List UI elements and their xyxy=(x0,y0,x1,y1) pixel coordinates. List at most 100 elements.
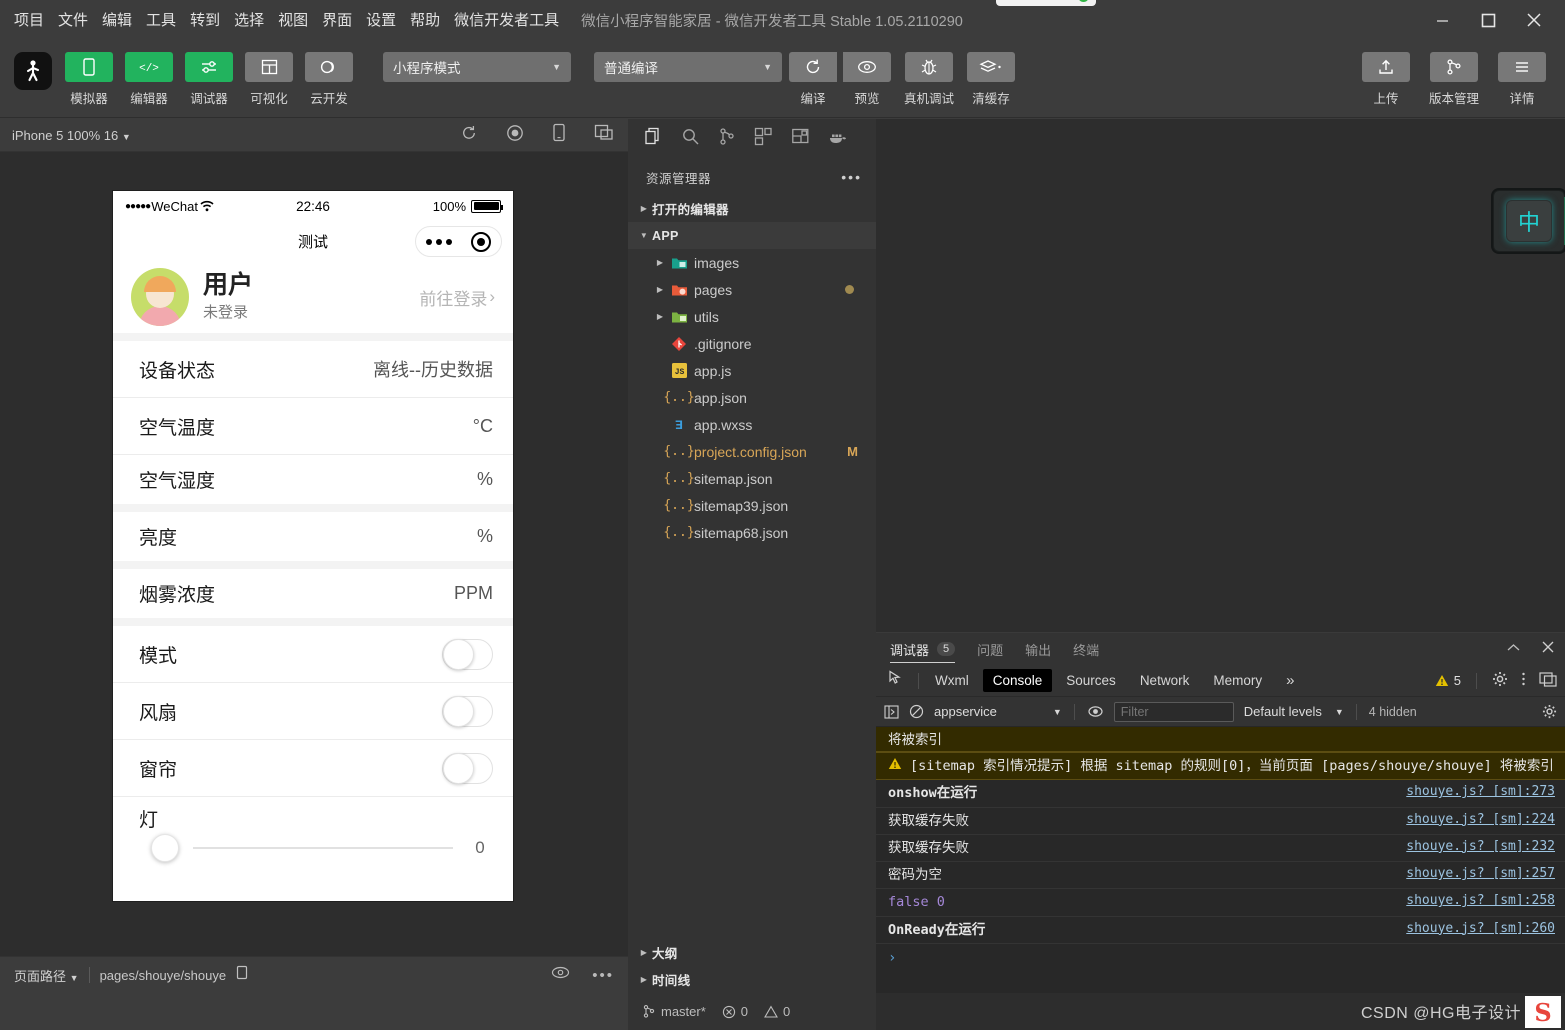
tab-output[interactable]: 输出 xyxy=(1025,633,1051,665)
menu-item-interface[interactable]: 界面 xyxy=(322,13,352,28)
devtools-tab-wxml[interactable]: Wxml xyxy=(925,669,979,692)
toolbar-button-clearcache[interactable]: 清缓存 xyxy=(964,52,1018,107)
tab-problems[interactable]: 问题 xyxy=(977,633,1003,665)
search-icon[interactable] xyxy=(681,127,700,151)
menu-item-settings[interactable]: 设置 xyxy=(366,13,396,28)
chevron-up-icon[interactable] xyxy=(1506,640,1521,658)
tree-item-sitemap68-json[interactable]: {..} sitemap68.json xyxy=(628,519,876,546)
toggle-mode[interactable] xyxy=(442,638,493,670)
tree-item-app-json[interactable]: {..} app.json xyxy=(628,384,876,411)
tree-item-images[interactable]: ▶ images xyxy=(628,249,876,276)
explorer-section-open-editors[interactable]: ▶ 打开的编辑器 xyxy=(628,195,876,222)
list-item-light[interactable]: 灯 0 xyxy=(113,797,513,869)
console-source-link[interactable]: shouye.js? [sm]:232 xyxy=(1406,839,1555,854)
debug-icon[interactable] xyxy=(791,127,810,151)
copy-icon[interactable] xyxy=(236,965,249,985)
devtools-tab-memory[interactable]: Memory xyxy=(1203,669,1272,692)
console-source-link[interactable]: shouye.js? [sm]:273 xyxy=(1406,784,1555,799)
files-icon[interactable] xyxy=(644,127,663,151)
menu-item-view[interactable]: 视图 xyxy=(278,13,308,28)
devtools-tab-console[interactable]: Console xyxy=(982,669,1053,692)
toolbar-button-upload[interactable]: 上传 xyxy=(1359,52,1413,107)
close-icon[interactable] xyxy=(1541,640,1555,659)
explorer-section-timeline[interactable]: ▶ 时间线 xyxy=(628,966,876,993)
devtools-tab-sources[interactable]: Sources xyxy=(1056,669,1126,692)
record-icon[interactable] xyxy=(506,124,524,147)
toolbar-button-version[interactable]: 版本管理 xyxy=(1423,52,1485,107)
settings-icon[interactable] xyxy=(1492,671,1508,690)
slider-knob[interactable] xyxy=(151,833,179,862)
source-control-icon[interactable] xyxy=(718,127,736,151)
menu-item-tools[interactable]: 工具 xyxy=(146,13,176,28)
toolbar-button-compile[interactable]: 编译 xyxy=(786,52,840,107)
tree-item-gitignore[interactable]: .gitignore xyxy=(628,330,876,357)
toolbar-button-debugger[interactable]: 调试器 xyxy=(182,52,236,107)
tree-item-app-js[interactable]: JS app.js xyxy=(628,357,876,384)
wechat-capsule[interactable] xyxy=(415,226,502,257)
dock-icon[interactable] xyxy=(1539,671,1557,690)
settings-icon[interactable] xyxy=(1542,704,1557,719)
list-item-smoke-concentration[interactable]: 烟雾浓度 PPM xyxy=(113,569,513,626)
list-item-air-humidity[interactable]: 空气湿度 % xyxy=(113,455,513,512)
inspect-icon[interactable] xyxy=(884,670,912,691)
menu-item-devtools[interactable]: 微信开发者工具 xyxy=(454,13,559,28)
multi-window-icon[interactable] xyxy=(594,124,614,146)
tab-terminal[interactable]: 终端 xyxy=(1073,633,1099,665)
error-count[interactable]: 0 xyxy=(722,1004,748,1019)
user-avatar-icon[interactable] xyxy=(14,52,52,90)
tree-item-app-wxss[interactable]: Ǝ app.wxss xyxy=(628,411,876,438)
console-output[interactable]: 将被索引 [sitemap 索引情况提示] 根据 sitemap 的规则[0]，… xyxy=(876,727,1565,993)
console-row[interactable]: 将被索引 xyxy=(876,727,1565,753)
console-row[interactable]: 获取缓存失败 shouye.js? [sm]:232 xyxy=(876,835,1565,863)
clear-console-icon[interactable] xyxy=(909,704,924,719)
maximize-icon[interactable] xyxy=(1465,3,1511,37)
refresh-icon[interactable] xyxy=(460,124,478,147)
light-slider[interactable]: 0 xyxy=(139,833,493,862)
list-item-fan[interactable]: 风扇 xyxy=(113,683,513,740)
list-item-air-temperature[interactable]: 空气温度 °C xyxy=(113,398,513,455)
device-selector[interactable]: iPhone 5 100% 16 ▼ xyxy=(12,128,131,143)
sidebar-toggle-icon[interactable] xyxy=(884,704,899,719)
console-filter-input[interactable] xyxy=(1113,701,1234,722)
tree-item-pages[interactable]: ▶ pages xyxy=(628,276,876,303)
toggle-fan[interactable] xyxy=(442,695,493,727)
tree-item-project-config-json[interactable]: {..} project.config.json M xyxy=(628,438,876,465)
console-row[interactable]: OnReady在运行 shouye.js? [sm]:260 xyxy=(876,917,1565,944)
console-source-link[interactable]: shouye.js? [sm]:224 xyxy=(1406,812,1555,827)
menu-item-file[interactable]: 文件 xyxy=(58,13,88,28)
toolbar-button-details[interactable]: 详情 xyxy=(1495,52,1549,107)
more-icon[interactable]: ••• xyxy=(841,169,862,185)
console-prompt[interactable]: › xyxy=(876,944,1565,972)
explorer-section-app[interactable]: ▼ APP xyxy=(628,222,876,249)
eye-icon[interactable] xyxy=(551,966,570,984)
toggle-curtain[interactable] xyxy=(442,752,493,784)
toolbar-button-realdebug[interactable]: 真机调试 xyxy=(902,52,956,107)
more-icon[interactable]: ••• xyxy=(592,967,614,984)
console-level-select[interactable]: Default levels ▼ xyxy=(1244,704,1344,719)
console-row[interactable]: 获取缓存失败 shouye.js? [sm]:224 xyxy=(876,808,1565,835)
tree-item-utils[interactable]: ▶ utils xyxy=(628,303,876,330)
target-icon[interactable] xyxy=(471,231,492,252)
warning-count-indicator[interactable]: 5 xyxy=(1435,673,1461,688)
console-row-warning[interactable]: [sitemap 索引情况提示] 根据 sitemap 的规则[0]，当前页面 … xyxy=(876,752,1565,781)
toolbar-button-cloud[interactable]: 云开发 xyxy=(302,52,356,107)
list-item-device-status[interactable]: 设备状态 离线--历史数据 xyxy=(113,341,513,398)
menu-item-goto[interactable]: 转到 xyxy=(190,13,220,28)
list-item-curtain[interactable]: 窗帘 xyxy=(113,740,513,797)
devtools-tab-overflow[interactable]: » xyxy=(1276,668,1304,693)
mode-select[interactable]: 小程序模式 ▼ xyxy=(383,52,571,82)
tab-debugger[interactable]: 调试器 5 xyxy=(890,633,956,665)
docker-icon[interactable] xyxy=(828,129,848,150)
console-row[interactable]: 密码为空 shouye.js? [sm]:257 xyxy=(876,862,1565,890)
ime-indicator[interactable]: 中 xyxy=(1493,190,1565,252)
toolbar-button-simulator[interactable]: 模拟器 xyxy=(62,52,116,107)
compile-select[interactable]: 普通编译 ▼ xyxy=(594,52,782,82)
console-source-link[interactable]: shouye.js? [sm]:258 xyxy=(1406,893,1555,908)
menu-item-project[interactable]: 项目 xyxy=(14,13,44,28)
toolbar-button-visual[interactable]: 可视化 xyxy=(242,52,296,107)
menu-item-edit[interactable]: 编辑 xyxy=(102,13,132,28)
user-profile-row[interactable]: 用户 未登录 前往登录 › xyxy=(113,261,513,341)
console-row[interactable]: onshow在运行 shouye.js? [sm]:273 xyxy=(876,780,1565,808)
console-source-link[interactable]: shouye.js? [sm]:257 xyxy=(1406,866,1555,881)
menu-item-help[interactable]: 帮助 xyxy=(410,13,440,28)
